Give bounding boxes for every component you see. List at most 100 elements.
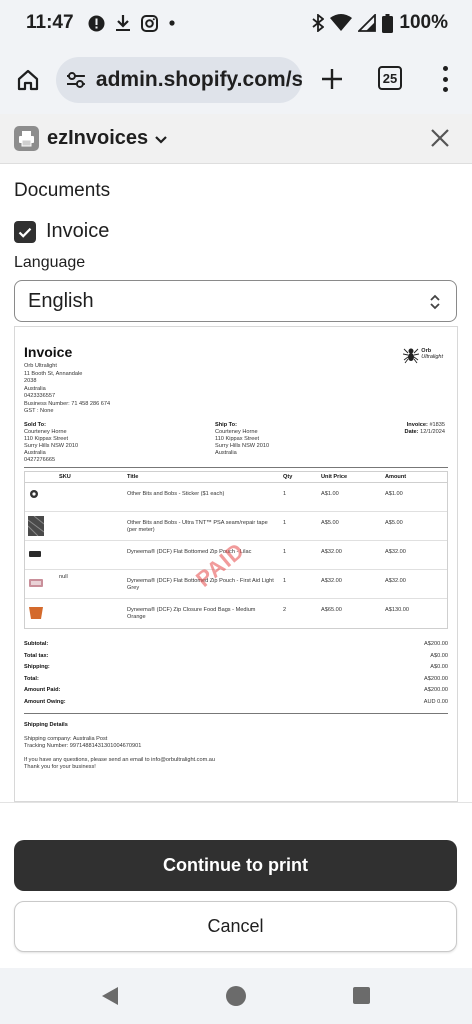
new-tab-button[interactable] bbox=[318, 65, 346, 93]
table-row: null Dyneema® (DCF) Flat Bottomed Zip Po… bbox=[25, 570, 447, 599]
item-unit-price: A$65.00 bbox=[321, 607, 342, 613]
sold-to-block: Sold To: Courteney Horne 110 Kippax Stre… bbox=[24, 422, 78, 464]
ship-to-block: Ship To: Courteney Horne 110 Kippax Stre… bbox=[215, 422, 269, 457]
home-nav-icon[interactable] bbox=[226, 986, 246, 1006]
totals-block: Subtotal: A$200.00 Total tax: A$0.00 Shipp… bbox=[24, 641, 448, 711]
tracking-number: Tracking Number: 99714881431301004670901 bbox=[24, 743, 142, 749]
home-icon bbox=[17, 69, 39, 91]
item-sku bbox=[49, 512, 127, 540]
table-header: SKU Title Qty Unit Price Amount bbox=[25, 472, 447, 483]
battery-icon bbox=[382, 13, 394, 33]
item-amount: A$5.00 bbox=[385, 520, 403, 526]
thanks-note: Thank you for your business! bbox=[24, 764, 96, 770]
total-row: Amount Owing: AUD 0.00 bbox=[24, 698, 448, 705]
seller-address: Orb Ultralight 11 Booth St, Annandale 20… bbox=[24, 363, 110, 416]
ship-to-line: Australia bbox=[215, 450, 237, 456]
ship-to-line: 110 Kippax Street bbox=[215, 436, 260, 442]
ship-to-line: Courteney Horne bbox=[215, 429, 258, 435]
item-amount: A$1.00 bbox=[385, 491, 403, 497]
sold-to-line: 110 Kippax Street bbox=[24, 436, 69, 442]
total-row: Total: A$200.00 bbox=[24, 675, 448, 682]
seller-line: GST : None bbox=[24, 408, 54, 414]
checkmark-icon bbox=[18, 227, 32, 238]
shipping-company: Shipping company: Australia Post bbox=[24, 736, 108, 742]
sold-to-line: 0427276665 bbox=[24, 457, 56, 463]
documents-heading: Documents bbox=[14, 180, 111, 201]
total-row: Subtotal: A$200.00 bbox=[24, 641, 448, 647]
continue-to-print-button[interactable]: Continue to print bbox=[14, 840, 457, 891]
tape-thumbnail bbox=[28, 516, 44, 536]
invoice-number-label: Invoice: bbox=[406, 422, 428, 428]
browser-menu-button[interactable] bbox=[438, 66, 452, 92]
table-row: Dyneema® (DCF) Zip Closure Food Bags - M… bbox=[25, 599, 447, 628]
sold-to-line: Australia bbox=[24, 450, 46, 456]
invoice-checkbox-label[interactable]: Invoice bbox=[46, 220, 109, 243]
signal-icon bbox=[358, 14, 377, 32]
action-footer: Continue to print Cancel bbox=[0, 802, 472, 968]
download-icon bbox=[115, 15, 130, 31]
column-header-sku: SKU bbox=[59, 474, 71, 480]
url-text: admin.shopify.com/s bbox=[95, 68, 302, 91]
item-sku bbox=[49, 599, 127, 628]
app-name[interactable]: ezInvoices bbox=[47, 127, 148, 150]
menu-dot bbox=[442, 87, 448, 92]
app-logo bbox=[14, 126, 39, 151]
sold-to-label: Sold To: bbox=[24, 422, 46, 428]
item-amount: A$32.00 bbox=[385, 549, 406, 555]
item-title: Other Bits and Bobs - Sticker ($1 each) bbox=[127, 491, 225, 497]
column-header-amount: Amount bbox=[385, 474, 407, 480]
printer-icon bbox=[19, 131, 34, 147]
instagram-icon bbox=[140, 14, 158, 32]
back-icon[interactable] bbox=[101, 986, 119, 1006]
site-settings-icon[interactable] bbox=[66, 71, 86, 89]
item-amount: A$32.00 bbox=[385, 578, 406, 584]
language-select[interactable]: English bbox=[14, 280, 457, 322]
home-button[interactable] bbox=[14, 66, 42, 94]
item-qty: 2 bbox=[283, 607, 287, 613]
seller-line: 11 Booth St, Annandale bbox=[24, 370, 83, 377]
system-nav-bar bbox=[0, 968, 472, 1024]
item-sku bbox=[49, 483, 127, 511]
divider bbox=[24, 467, 448, 468]
invoice-meta: Invoice: #1835 Date: 12/1/2024 bbox=[405, 422, 445, 436]
language-label: Language bbox=[14, 254, 86, 271]
tab-switcher-button[interactable]: 25 bbox=[378, 66, 402, 90]
table-row: Other Bits and Bobs - Sticker ($1 each) … bbox=[25, 483, 447, 512]
chevron-down-icon[interactable] bbox=[154, 132, 168, 146]
cancel-button[interactable]: Cancel bbox=[14, 901, 457, 952]
shipping-details: Shipping Details Shipping company: Austr… bbox=[24, 722, 215, 771]
invoice-date: 12/1/2024 bbox=[420, 429, 445, 435]
pouch-thumbnail bbox=[29, 579, 43, 587]
seller-line: 0423336557 bbox=[24, 393, 56, 399]
spider-icon bbox=[403, 348, 420, 364]
table-row: Other Bits and Bobs - Ultra TNT™ PSA sea… bbox=[25, 512, 447, 541]
invoice-preview[interactable]: Invoice Orb Ultralight 11 Booth St, Anna… bbox=[14, 326, 458, 802]
menu-dot bbox=[442, 76, 448, 82]
item-unit-price: A$32.00 bbox=[321, 578, 342, 584]
close-icon[interactable] bbox=[428, 126, 452, 150]
seller-logo: Orb Ultralight bbox=[403, 344, 443, 364]
food-bag-thumbnail bbox=[29, 607, 43, 619]
invoice-checkbox[interactable] bbox=[14, 220, 36, 243]
status-time: 11:47 bbox=[26, 12, 74, 33]
pouch-thumbnail bbox=[29, 551, 41, 557]
item-title: Dyneema® (DCF) Zip Closure Food Bags - M… bbox=[127, 607, 256, 620]
sold-to-line: Surry Hills NSW 2010 bbox=[24, 443, 79, 449]
status-bar: 11:47 100% bbox=[0, 0, 472, 46]
shipping-details-title: Shipping Details bbox=[24, 722, 68, 728]
item-unit-price: A$1.00 bbox=[321, 491, 339, 497]
invoice-checkbox-row[interactable]: Invoice bbox=[14, 220, 109, 243]
ship-to-label: Ship To: bbox=[215, 422, 237, 428]
app-header: ezInvoices bbox=[0, 114, 472, 164]
item-sku bbox=[49, 541, 127, 569]
notification-icons bbox=[88, 14, 176, 32]
questions-note: If you have any questions, please send a… bbox=[24, 757, 216, 763]
item-qty: 1 bbox=[283, 520, 287, 526]
total-row: Shipping: A$0.00 bbox=[24, 664, 448, 671]
recents-icon[interactable] bbox=[353, 987, 370, 1004]
system-icons: 100% bbox=[312, 12, 448, 34]
address-bar[interactable]: admin.shopify.com/s bbox=[56, 57, 302, 103]
menu-dot bbox=[442, 66, 448, 71]
browser-toolbar: admin.shopify.com/s 25 bbox=[0, 46, 472, 114]
item-unit-price: A$5.00 bbox=[321, 520, 339, 526]
